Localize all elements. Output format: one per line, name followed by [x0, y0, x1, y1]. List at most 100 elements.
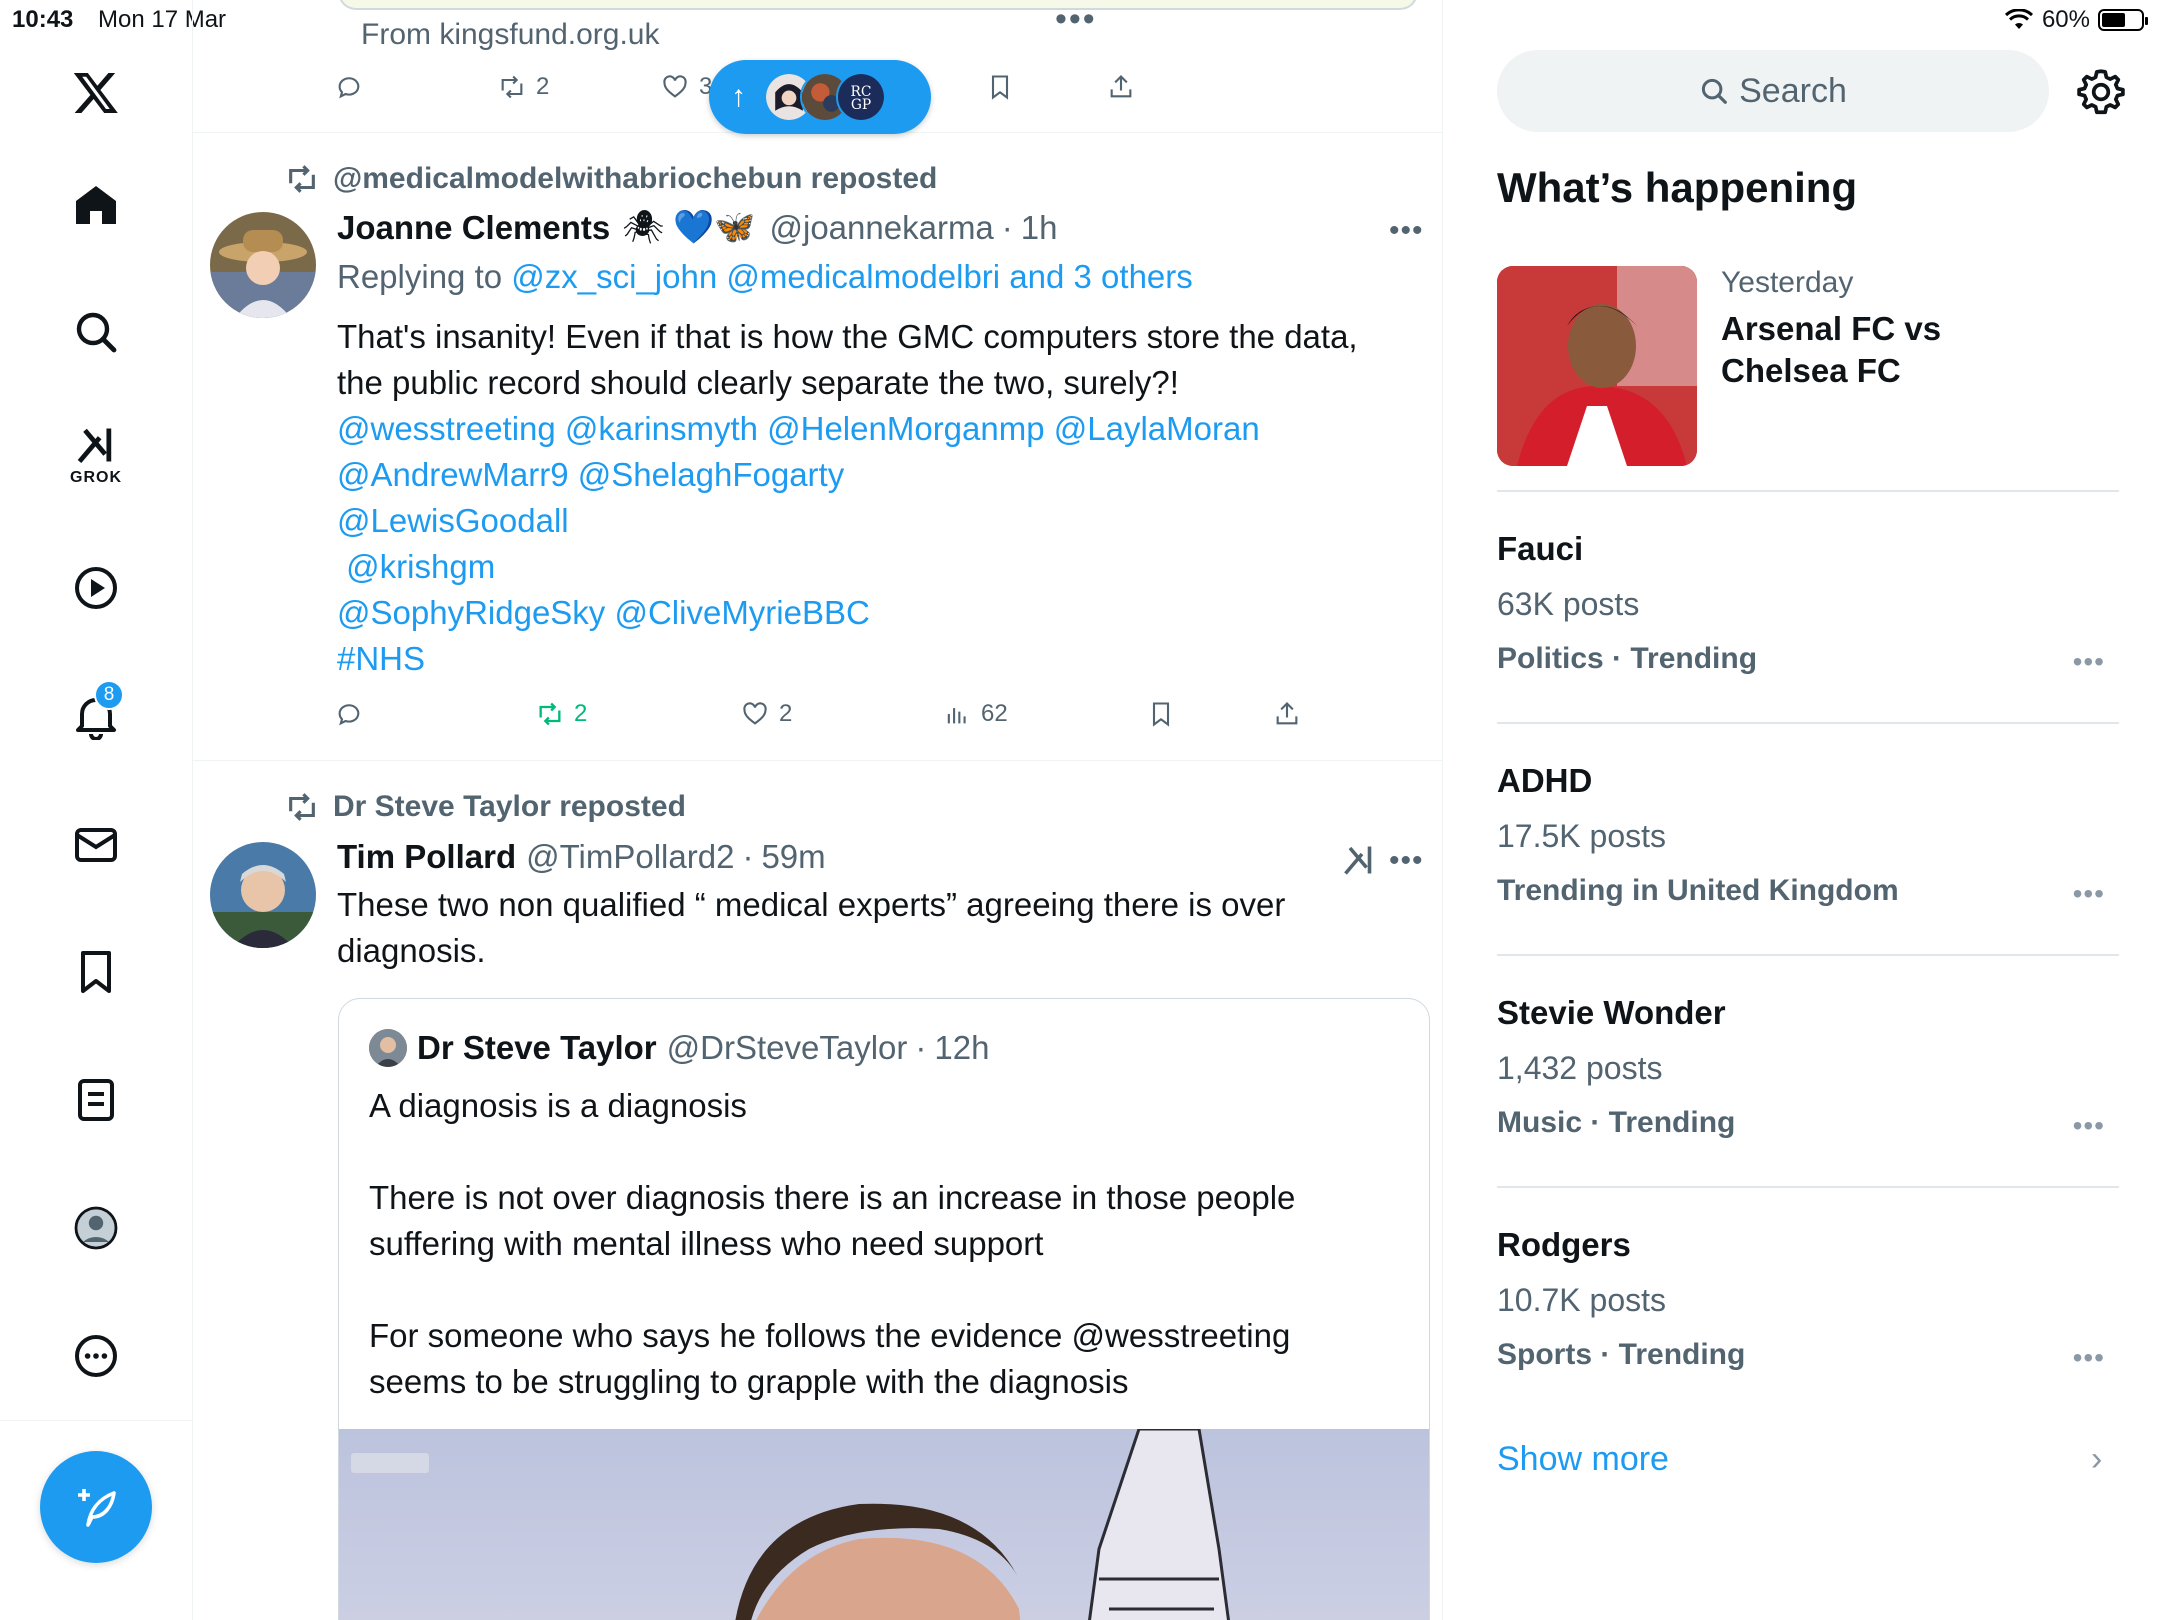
quoted-author-avatar: [369, 1029, 407, 1067]
post-body: That's insanity! Even if that is how the…: [337, 314, 1358, 682]
author-handle[interactable]: @TimPollard2: [526, 838, 734, 876]
mentions-line[interactable]: @SophyRidgeSky @CliveMyrieBBC: [337, 590, 1358, 636]
trend-name: Stevie Wonder: [1497, 994, 1726, 1031]
author-name[interactable]: Tim Pollard: [337, 838, 516, 876]
repost-button[interactable]: 2: [536, 700, 587, 728]
reply-button[interactable]: [335, 73, 363, 101]
trend-name: Fauci: [1497, 530, 1584, 567]
views-button[interactable]: 62: [943, 700, 1008, 728]
more-icon: [75, 1335, 117, 1377]
author-name[interactable]: Joanne Clements: [337, 209, 610, 247]
analytics-icon: [947, 708, 966, 724]
share-button[interactable]: [1107, 73, 1135, 101]
quoted-post[interactable]: Dr Steve Taylor @DrSteveTaylor · 12h A d…: [338, 998, 1430, 1620]
new-posts-pill[interactable]: ↑ RC GP: [709, 60, 931, 134]
settings-gear-icon[interactable]: [2076, 66, 2126, 116]
trend-more-button[interactable]: •••: [2073, 1342, 2105, 1374]
home-nav[interactable]: [46, 155, 146, 255]
x-logo-icon: [73, 73, 118, 113]
share-icon: [1110, 75, 1132, 98]
link-source[interactable]: From kingsfund.org.uk: [361, 18, 659, 52]
trend-name: ADHD: [1497, 762, 1593, 799]
x-logo[interactable]: [46, 42, 146, 142]
mentions-line[interactable]: @krishgm: [337, 544, 1358, 590]
bookmark-button[interactable]: [986, 73, 1014, 101]
trend-post-count: 63K posts: [1497, 586, 1640, 622]
like-button[interactable]: 3: [661, 73, 712, 101]
hashtag[interactable]: #NHS: [337, 636, 1358, 682]
messages-icon: [75, 828, 117, 862]
reply-button[interactable]: [335, 700, 363, 728]
mentions-line[interactable]: @LewisGoodall: [337, 498, 1358, 544]
repost-count: 2: [574, 700, 588, 727]
reposted-by-label: Dr Steve Taylor reposted: [333, 790, 686, 823]
bookmark-icon: [991, 75, 1009, 100]
post-text-line: the public record should clearly separat…: [337, 364, 1179, 401]
heart-icon: [663, 75, 687, 98]
video-nav[interactable]: [46, 538, 146, 638]
replying-to-line: Replying to @zx_sci_john @medicalmodelbr…: [337, 258, 1193, 296]
post-time[interactable]: 1h: [1021, 209, 1058, 247]
quoted-post-text: A diagnosis is a diagnosis There is not …: [369, 1087, 1296, 1400]
grok-nav[interactable]: GROK: [46, 405, 146, 505]
avatar[interactable]: [210, 212, 316, 318]
repost-context[interactable]: Dr Steve Taylor reposted: [285, 790, 686, 824]
grok-icon[interactable]: [1341, 842, 1377, 878]
post-more-button[interactable]: •••: [1389, 214, 1424, 248]
search-input[interactable]: Search: [1497, 50, 2049, 132]
quoted-post-media[interactable]: [339, 1429, 1429, 1620]
compose-feather-icon: [78, 1489, 116, 1527]
profile-icon: [74, 1206, 118, 1250]
profile-nav[interactable]: [46, 1178, 146, 1278]
home-icon: [76, 186, 116, 224]
trend-item[interactable]: Fauci 63K posts Politics · Trending •••: [1497, 530, 2119, 710]
lists-nav[interactable]: [46, 1050, 146, 1150]
post-header: Joanne Clements 🕷 💙🦋 @joannekarma · 1h: [337, 208, 1058, 247]
messages-nav[interactable]: [46, 795, 146, 895]
post-text-line: That's insanity! Even if that is how the…: [337, 318, 1358, 355]
left-navigation: GROK 8: [0, 0, 193, 1620]
trend-name: Rodgers: [1497, 1226, 1631, 1263]
avatar[interactable]: [210, 842, 316, 948]
nav-divider: [0, 1420, 193, 1421]
repost-context[interactable]: @medicalmodelwithabriochebun reposted: [285, 162, 937, 196]
like-button[interactable]: 2: [741, 700, 792, 728]
trend-more-button[interactable]: •••: [2073, 646, 2105, 678]
event-image: [1497, 266, 1697, 466]
post-more-button[interactable]: •••: [1389, 844, 1424, 878]
notification-badge: 8: [94, 680, 124, 710]
trend-item[interactable]: Stevie Wonder 1,432 posts Music · Trendi…: [1497, 994, 2119, 1174]
author-handle[interactable]: @joannekarma: [770, 209, 994, 247]
trend-more-button[interactable]: •••: [2073, 878, 2105, 910]
trend-post-count: 1,432 posts: [1497, 1050, 1663, 1086]
mentions-line[interactable]: @wesstreeting @karinsmyth @HelenMorganmp…: [337, 406, 1358, 452]
replying-to-users[interactable]: @zx_sci_john @medicalmodelbri and 3 othe…: [511, 258, 1193, 295]
share-button[interactable]: [1273, 700, 1301, 728]
link-card-bottom[interactable]: [338, 0, 1418, 10]
trending-event[interactable]: Yesterday Arsenal FC vs Chelsea FC: [1497, 266, 2119, 466]
bookmark-icon: [1152, 702, 1170, 727]
notifications-nav[interactable]: 8: [46, 666, 146, 766]
post-body: These two non qualified “ medical expert…: [337, 886, 1286, 969]
trend-item[interactable]: Rodgers 10.7K posts Sports · Trending ••…: [1497, 1226, 2119, 1406]
trend-post-count: 17.5K posts: [1497, 818, 1666, 854]
repost-button[interactable]: 2: [498, 73, 549, 101]
post-divider: [193, 760, 1442, 761]
event-time: Yesterday: [1721, 266, 1854, 299]
compose-post-button[interactable]: [40, 1451, 152, 1563]
mentions-line[interactable]: @AndrewMarr9 @ShelaghFogarty: [337, 452, 1358, 498]
grok-icon: [77, 428, 112, 464]
bookmarks-nav[interactable]: [46, 922, 146, 1022]
trend-category: Music · Trending: [1497, 1106, 1736, 1139]
more-nav[interactable]: [46, 1306, 146, 1406]
avatar-image: [210, 212, 316, 318]
post-time[interactable]: 59m: [761, 838, 825, 876]
bookmark-button[interactable]: [1147, 700, 1175, 728]
repost-icon: [501, 75, 523, 99]
trend-more-button[interactable]: •••: [2073, 1110, 2105, 1142]
show-more-link[interactable]: Show more: [1497, 1440, 1669, 1479]
explore-nav[interactable]: [46, 282, 146, 382]
timeline-feed[interactable]: From kingsfund.org.uk ••• 2 3 ↑ RC GP @me…: [193, 0, 1443, 1620]
trend-item[interactable]: ADHD 17.5K posts Trending in United King…: [1497, 762, 2119, 942]
reply-icon: [338, 77, 360, 99]
